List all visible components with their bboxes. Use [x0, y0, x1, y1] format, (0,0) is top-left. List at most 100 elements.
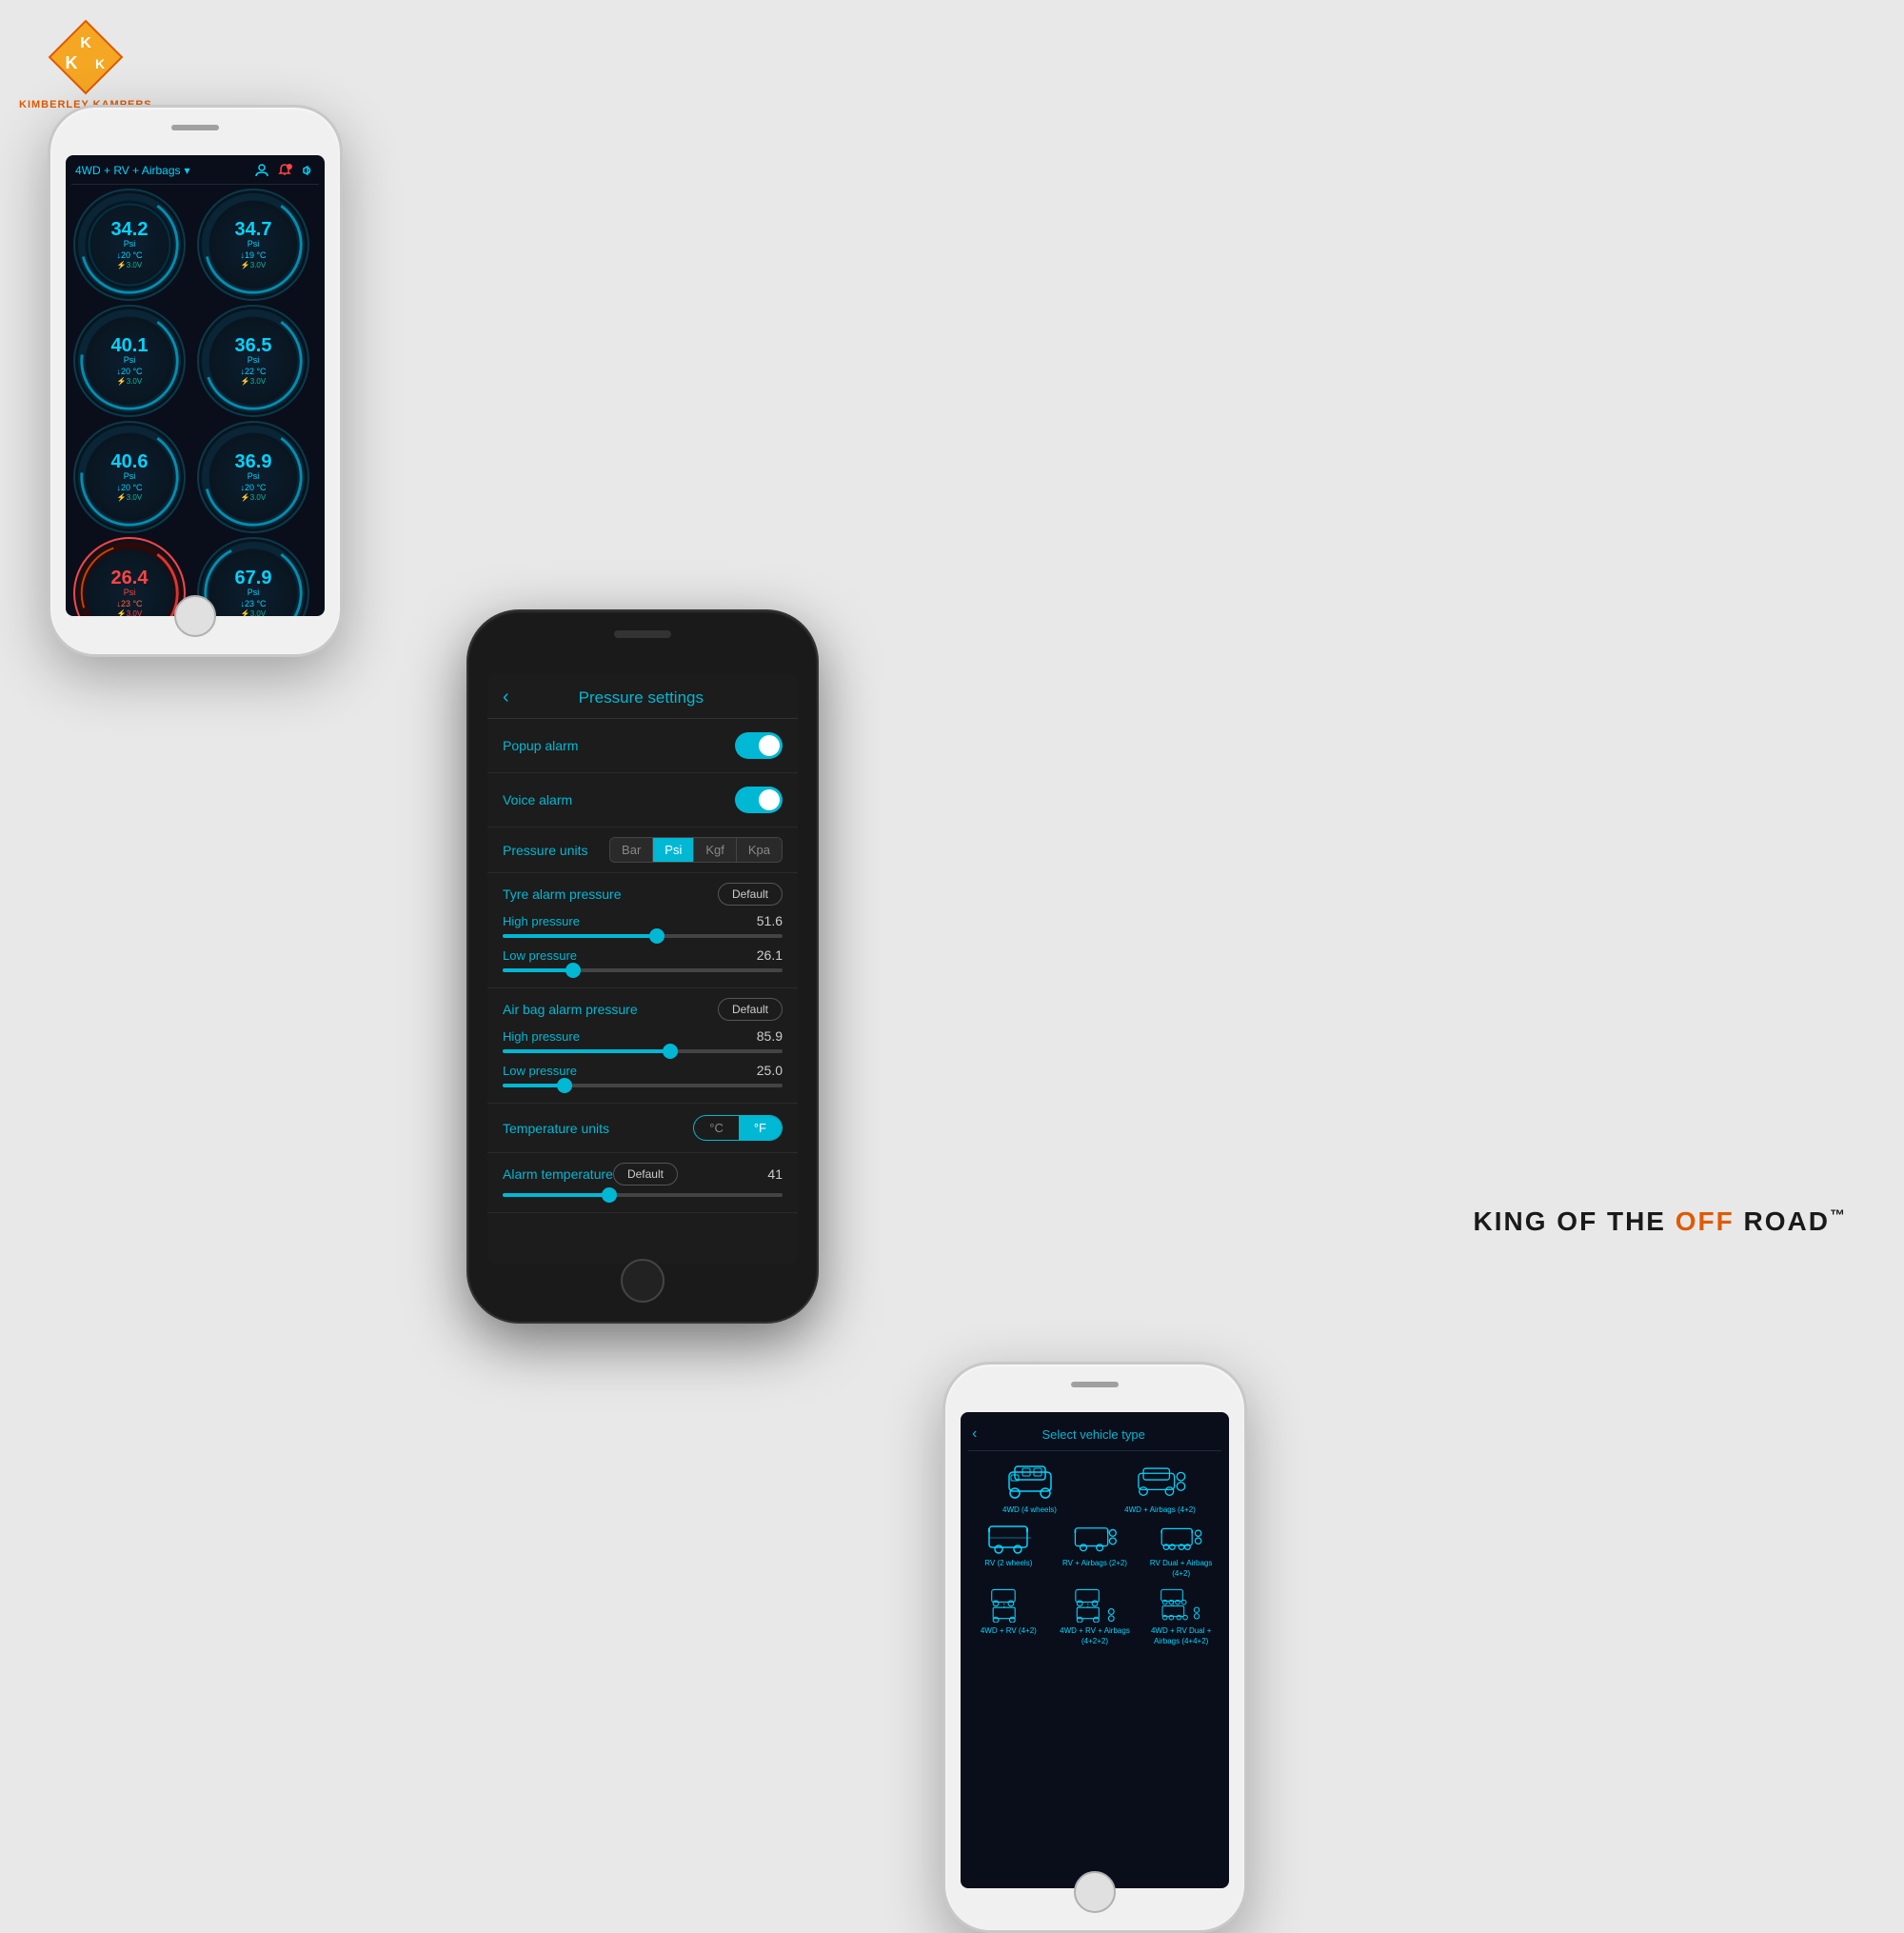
tyre-alarm-header: Tyre alarm pressure Default [503, 883, 783, 906]
gauge-4: 36.5 Psi ↓22 °C ⚡3.0V [197, 305, 309, 417]
airbag-high-value: 85.9 [757, 1028, 783, 1044]
center-phone-screen: ‹ Pressure settings Popup alarm Voice al… [487, 673, 798, 1264]
voice-alarm-label: Voice alarm [503, 792, 572, 807]
right-phone-screen: ‹ Select vehicle type 4WD (4 [961, 1412, 1229, 1888]
gauge-8: 67.9 Psi ↓23 °C ⚡3.0V [197, 537, 309, 616]
temp-units-selector: °C °F [693, 1115, 783, 1141]
alarm-temp-section: Alarm temperature Default 41 [487, 1153, 798, 1213]
4wd-rv-airbags-label: 4WD + RV + Airbags (4+2+2) [1055, 1626, 1136, 1646]
unit-kgf[interactable]: Kgf [694, 838, 737, 862]
high-pressure-row: High pressure 51.6 [503, 913, 783, 928]
volume-icon [300, 163, 315, 178]
tyre-alarm-label: Tyre alarm pressure [503, 887, 621, 902]
settings-title: Pressure settings [519, 688, 764, 707]
low-pressure-slider[interactable] [503, 968, 783, 972]
4wd-airbags-label: 4WD + Airbags (4+2) [1124, 1505, 1196, 1515]
header-icons [254, 163, 315, 178]
logo-area: K K K KIMBERLEY KAMPERS [19, 19, 152, 110]
airbag-low-slider[interactable] [503, 1084, 783, 1087]
voice-alarm-row: Voice alarm [487, 773, 798, 827]
tagline: KING OF THE OFF ROAD™ [1474, 1206, 1847, 1237]
high-pressure-label: High pressure [503, 914, 580, 928]
vehicle-row-1: 4WD (4 wheels) 4WD + Airbags (4+2) [968, 1459, 1221, 1515]
svg-text:K: K [65, 53, 77, 72]
gauge-3: 40.1 Psi ↓20 °C ⚡3.0V [73, 305, 186, 417]
gauge-2: 34.7 Psi ↓19 °C ⚡3.0V [197, 189, 309, 301]
left-phone: 4WD + RV + Airbags ▾ [48, 105, 343, 657]
4wd-rv-dual-airbags-icon [1159, 1588, 1204, 1623]
vehicle-rv[interactable]: RV (2 wheels) [968, 1521, 1049, 1579]
vehicle-selector[interactable]: 4WD + RV + Airbags ▾ [75, 164, 190, 177]
vehicle-4wd[interactable]: 4WD (4 wheels) [968, 1459, 1091, 1515]
unit-psi[interactable]: Psi [653, 838, 694, 862]
voice-alarm-toggle[interactable] [735, 787, 783, 813]
rv-icon [985, 1521, 1031, 1555]
tagline-suffix: ROAD [1735, 1206, 1830, 1236]
airbag-low-value: 25.0 [757, 1063, 783, 1078]
vehicle-rv-airbags[interactable]: RV + Airbags (2+2) [1055, 1521, 1136, 1579]
4wd-rv-airbags-icon [1072, 1588, 1118, 1623]
tyre-alarm-section: Tyre alarm pressure Default High pressur… [487, 873, 798, 988]
airbag-low-row: Low pressure 25.0 [503, 1063, 783, 1078]
temp-fahrenheit[interactable]: °F [739, 1116, 782, 1140]
units-selector: Bar Psi Kgf Kpa [609, 837, 783, 863]
rv-label: RV (2 wheels) [984, 1559, 1032, 1568]
left-phone-screen: 4WD + RV + Airbags ▾ [66, 155, 325, 616]
person-icon [254, 163, 269, 178]
tyre-default-button[interactable]: Default [718, 883, 783, 906]
popup-alarm-label: Popup alarm [503, 738, 578, 753]
alarm-temp-slider[interactable] [503, 1193, 783, 1197]
alarm-temp-value: 41 [767, 1166, 783, 1182]
popup-alarm-toggle[interactable] [735, 732, 783, 759]
4wd-label: 4WD (4 wheels) [1002, 1505, 1057, 1515]
low-pressure-label: Low pressure [503, 948, 577, 963]
dropdown-icon: ▾ [185, 164, 190, 177]
airbag-low-label: Low pressure [503, 1064, 577, 1078]
right-back-button[interactable]: ‹ [972, 1425, 977, 1443]
4wd-airbags-icon [1132, 1459, 1189, 1502]
vehicle-rv-dual-airbags[interactable]: RV Dual + Airbags (4+2) [1140, 1521, 1221, 1579]
rv-airbags-label: RV + Airbags (2+2) [1062, 1559, 1127, 1568]
tagline-tm: ™ [1830, 1208, 1847, 1225]
vehicle-4wd-rv[interactable]: 4WD + RV (4+2) [968, 1588, 1049, 1646]
rv-dual-airbags-label: RV Dual + Airbags (4+2) [1140, 1559, 1221, 1579]
center-screen-content: ‹ Pressure settings Popup alarm Voice al… [487, 673, 798, 1264]
gauge-grid: 34.2 Psi ↓20 °C ⚡3.0V 34.7 Psi ↓19 °C ⚡3… [71, 185, 319, 616]
unit-kpa[interactable]: Kpa [737, 838, 782, 862]
vehicle-4wd-rv-dual-airbags[interactable]: 4WD + RV Dual + Airbags (4+4+2) [1140, 1588, 1221, 1646]
settings-header: ‹ Pressure settings [487, 673, 798, 719]
airbag-alarm-label: Air bag alarm pressure [503, 1002, 638, 1017]
left-screen-content: 4WD + RV + Airbags ▾ [66, 155, 325, 616]
airbag-high-row: High pressure 85.9 [503, 1028, 783, 1044]
svg-text:K: K [95, 56, 105, 71]
airbag-high-slider[interactable] [503, 1049, 783, 1053]
airbag-default-button[interactable]: Default [718, 998, 783, 1021]
4wd-icon [1002, 1459, 1059, 1502]
back-button[interactable]: ‹ [503, 687, 509, 708]
bell-icon [277, 163, 292, 178]
gauge-6: 36.9 Psi ↓20 °C ⚡3.0V [197, 421, 309, 533]
logo-icon: K K K [48, 19, 124, 95]
vehicle-4wd-rv-airbags[interactable]: 4WD + RV + Airbags (4+2+2) [1055, 1588, 1136, 1646]
pressure-units-row: Pressure units Bar Psi Kgf Kpa [487, 827, 798, 873]
4wd-rv-label: 4WD + RV (4+2) [981, 1626, 1037, 1636]
airbag-alarm-section: Air bag alarm pressure Default High pres… [487, 988, 798, 1104]
rv-airbags-icon [1072, 1521, 1118, 1555]
unit-bar[interactable]: Bar [610, 838, 653, 862]
temp-celsius[interactable]: °C [694, 1116, 739, 1140]
airbag-high-label: High pressure [503, 1029, 580, 1044]
4wd-rv-icon [985, 1588, 1031, 1623]
high-pressure-slider[interactable] [503, 934, 783, 938]
vehicle-row-2: RV (2 wheels) RV + Airbags (2+2) [968, 1521, 1221, 1579]
4wd-rv-dual-airbags-label: 4WD + RV Dual + Airbags (4+4+2) [1140, 1626, 1221, 1646]
vehicle-4wd-airbags[interactable]: 4WD + Airbags (4+2) [1099, 1459, 1221, 1515]
vehicle-select-header: ‹ Select vehicle type [968, 1420, 1221, 1451]
svg-text:K: K [80, 35, 91, 51]
temp-units-row: Temperature units °C °F [487, 1104, 798, 1153]
airbag-alarm-header: Air bag alarm pressure Default [503, 998, 783, 1021]
pressure-units-label: Pressure units [503, 843, 587, 858]
low-pressure-value: 26.1 [757, 947, 783, 963]
alarm-temp-default-button[interactable]: Default [613, 1163, 678, 1186]
right-phone: ‹ Select vehicle type 4WD (4 [942, 1362, 1247, 1933]
center-phone: ‹ Pressure settings Popup alarm Voice al… [466, 609, 819, 1324]
